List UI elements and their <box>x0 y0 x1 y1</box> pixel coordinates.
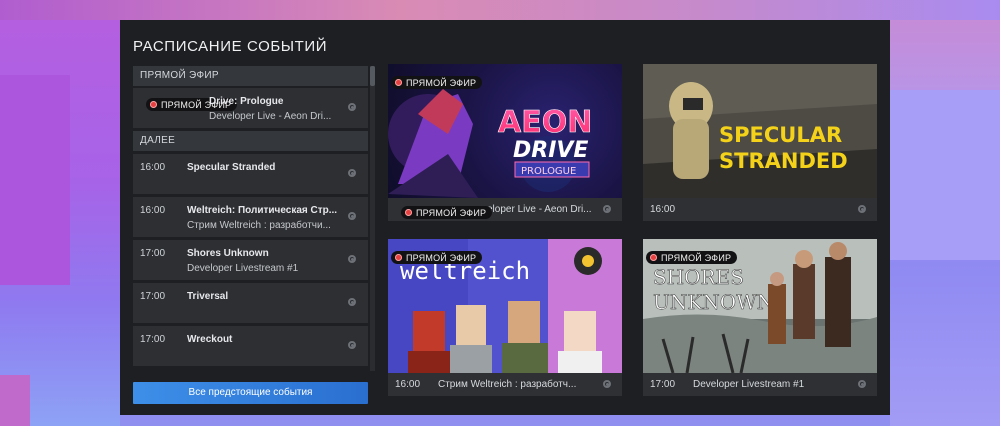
section-live-header: ПРЯМОЙ ЭФИР <box>133 66 368 86</box>
broadcast-icon <box>345 253 359 265</box>
art-title-line3: PROLOGUE <box>521 166 576 177</box>
event-card-specular-stranded[interactable]: SPECULAR STRANDED 16:00 <box>643 64 877 221</box>
art-title-line2: UNKNOWN <box>653 290 774 314</box>
event-name: Drive: Prologue <box>209 96 284 107</box>
broadcast-icon <box>600 378 614 390</box>
broadcast-icon <box>855 378 869 390</box>
event-subtitle: Developer Livestream #1 <box>187 263 299 274</box>
all-upcoming-events-button[interactable]: Все предстоящие события <box>133 382 368 404</box>
broadcast-icon <box>345 101 359 113</box>
art-title-line1: SPECULAR <box>719 123 842 147</box>
live-badge-footer: ПРЯМОЙ ЭФИР <box>401 206 493 219</box>
upcoming-event-row[interactable]: 17:00 Triversal <box>133 283 368 323</box>
event-time: 17:00 <box>140 334 166 345</box>
background-left-block <box>0 75 70 285</box>
schedule-list: ПРЯМОЙ ЭФИР ПРЯМОЙ ЭФИР Drive: Prologue … <box>133 66 368 371</box>
event-time: 16:00 <box>140 162 166 173</box>
live-event-row[interactable]: ПРЯМОЙ ЭФИР Drive: Prologue Developer Li… <box>133 88 368 128</box>
live-dot-icon <box>405 209 412 216</box>
live-dot-icon <box>650 254 657 261</box>
event-name: Specular Stranded <box>187 162 276 173</box>
live-dot-icon <box>150 101 157 108</box>
live-badge: ПРЯМОЙ ЭФИР <box>391 251 483 264</box>
background-right-block <box>890 90 1000 260</box>
card-time: 16:00 <box>395 379 421 390</box>
event-name: Weltreich: Политическая Стр... <box>187 205 337 216</box>
card-subtitle: Стрим Weltreich : разработч... <box>438 379 577 390</box>
card-footer: 16:00 <box>643 198 877 221</box>
event-time: 17:00 <box>140 291 166 302</box>
live-badge: ПРЯМОЙ ЭФИР <box>391 76 483 89</box>
event-card-weltreich[interactable]: weltreich ПРЯМОЙ ЭФИР 16:00 Стрим Weltre… <box>388 239 622 396</box>
card-footer: 16:00 Стрим Weltreich : разработч... <box>388 373 622 396</box>
event-subtitle: Developer Live - Aeon Dri... <box>209 111 332 122</box>
event-card-aeon-drive[interactable]: AEON DRIVE PROLOGUE ПРЯМОЙ ЭФИР veloper … <box>388 64 622 221</box>
live-badge: ПРЯМОЙ ЭФИР <box>646 251 738 264</box>
page-title: РАСПИСАНИЕ СОБЫТИЙ <box>133 38 328 55</box>
event-name: Triversal <box>187 291 229 302</box>
event-name: Wreckout <box>187 334 233 345</box>
art-title-line1: AEON <box>498 105 592 140</box>
broadcast-icon <box>600 203 614 215</box>
section-next-header: ДАЛЕЕ <box>133 131 368 151</box>
art-title-line1: SHORES <box>653 265 744 289</box>
background-top <box>0 0 1000 20</box>
event-name: Shores Unknown <box>187 248 269 259</box>
specular-stranded-art: SPECULAR STRANDED <box>643 64 877 198</box>
broadcast-icon <box>345 296 359 308</box>
upcoming-event-row[interactable]: 17:00 Wreckout <box>133 326 368 366</box>
broadcast-icon <box>345 210 359 222</box>
broadcast-icon <box>345 339 359 351</box>
card-footer: 17:00 Developer Livestream #1 <box>643 373 877 396</box>
broadcast-icon <box>345 167 359 179</box>
art-title-line2: STRANDED <box>719 149 848 173</box>
card-time: 16:00 <box>650 204 676 215</box>
background-left-corner <box>0 375 30 426</box>
upcoming-event-row[interactable]: 16:00 Specular Stranded <box>133 154 368 194</box>
event-card-shores-unknown[interactable]: SHORES UNKNOWN ПРЯМОЙ ЭФИР 17:00 Develop… <box>643 239 877 396</box>
card-subtitle: Developer Livestream #1 <box>693 379 805 390</box>
broadcast-icon <box>855 203 869 215</box>
event-subtitle: Стрим Weltreich : разработчи... <box>187 220 331 231</box>
event-artwork: SPECULAR STRANDED <box>643 64 877 198</box>
art-title-line2: DRIVE <box>513 138 588 163</box>
scrollbar-thumb[interactable] <box>370 66 375 86</box>
upcoming-event-row[interactable]: 17:00 Shores Unknown Developer Livestrea… <box>133 240 368 280</box>
live-dot-icon <box>395 254 402 261</box>
live-dot-icon <box>395 79 402 86</box>
upcoming-event-row[interactable]: 16:00 Weltreich: Политическая Стр... Стр… <box>133 197 368 237</box>
event-time: 17:00 <box>140 248 166 259</box>
event-time: 16:00 <box>140 205 166 216</box>
scrollbar[interactable] <box>370 66 375 371</box>
card-time: 17:00 <box>650 379 676 390</box>
events-schedule-panel: РАСПИСАНИЕ СОБЫТИЙ ПРЯМОЙ ЭФИР ПРЯМОЙ ЭФ… <box>120 20 890 415</box>
